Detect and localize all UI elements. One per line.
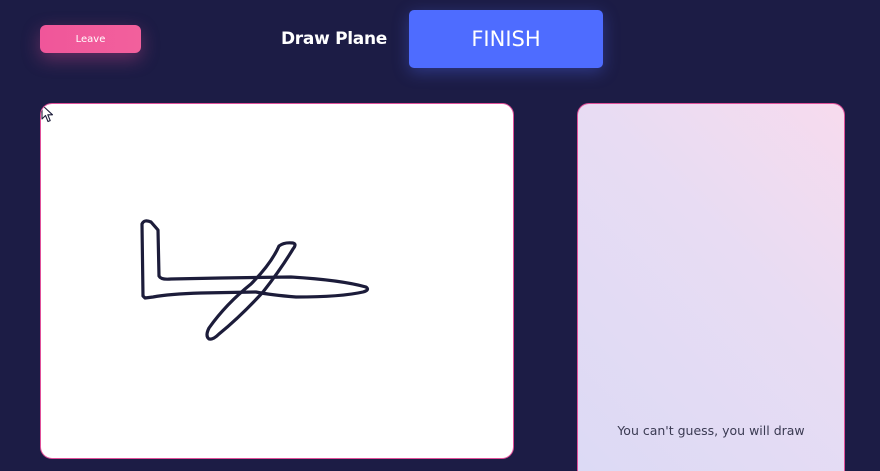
drawing-canvas[interactable] bbox=[40, 103, 514, 459]
plane-fuselage-stroke bbox=[140, 219, 370, 300]
page-title: Draw Plane bbox=[281, 29, 387, 49]
finish-button[interactable]: FINISH bbox=[409, 10, 603, 68]
drawing-strokes bbox=[140, 219, 370, 341]
cursor-arrow-icon bbox=[41, 104, 54, 123]
leave-button[interactable]: Leave bbox=[40, 25, 141, 53]
guess-hint-text: You can't guess, you will draw bbox=[617, 423, 805, 438]
guess-panel: You can't guess, you will draw bbox=[577, 103, 845, 471]
